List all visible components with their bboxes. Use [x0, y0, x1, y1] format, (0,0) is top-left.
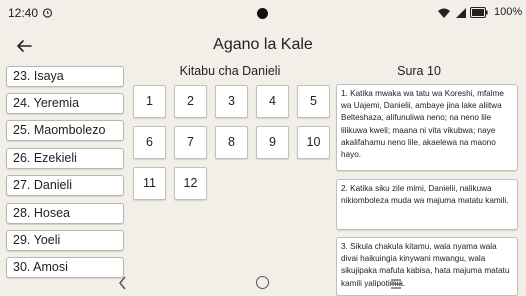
- signal-icon: [456, 8, 466, 18]
- chapter-button[interactable]: 7: [174, 126, 207, 159]
- book-item[interactable]: 24. Yeremia: [6, 93, 124, 114]
- chapter-button[interactable]: 11: [133, 167, 166, 200]
- verse-heading: Sura 10: [397, 64, 441, 78]
- nav-recents-icon[interactable]: [390, 278, 402, 290]
- verse-card[interactable]: 2. Katika siku zile mimi, Danielii, nali…: [336, 179, 518, 230]
- status-time: 12:40: [8, 6, 39, 20]
- book-item[interactable]: 25. Maombolezo: [6, 120, 124, 141]
- chapter-button[interactable]: 4: [256, 85, 289, 118]
- navigation-bar: [0, 270, 526, 296]
- book-item[interactable]: 28. Hosea: [6, 203, 124, 224]
- alarm-clock-icon: [42, 8, 53, 18]
- book-item[interactable]: 23. Isaya: [6, 66, 124, 87]
- chapter-button[interactable]: 5: [297, 85, 330, 118]
- camera-cutout: [257, 8, 268, 19]
- nav-home-icon[interactable]: [256, 276, 269, 289]
- page-title: Agano la Kale: [213, 36, 313, 53]
- chapter-button[interactable]: 8: [215, 126, 248, 159]
- book-item[interactable]: 29. Yoeli: [6, 230, 124, 251]
- status-bar: 12:40 100%: [0, 0, 526, 26]
- chapter-button[interactable]: 10: [297, 126, 330, 159]
- nav-back-icon[interactable]: [118, 276, 128, 290]
- chapter-button[interactable]: 2: [174, 85, 207, 118]
- chapter-button[interactable]: 3: [215, 85, 248, 118]
- chapter-button[interactable]: 9: [256, 126, 289, 159]
- book-item[interactable]: 26. Ezekieli: [6, 148, 124, 169]
- chapter-button[interactable]: 1: [133, 85, 166, 118]
- battery-icon: [470, 7, 488, 18]
- chapter-button[interactable]: 6: [133, 126, 166, 159]
- book-item[interactable]: 27. Danieli: [6, 175, 124, 196]
- wifi-icon: [438, 8, 450, 18]
- battery-percent: 100%: [494, 6, 523, 18]
- chapter-button[interactable]: 12: [174, 167, 207, 200]
- verse-card[interactable]: 1. Katika mwaka wa tatu wa Koreshi, mfal…: [336, 84, 518, 171]
- chapter-heading: Kitabu cha Danieli: [179, 64, 281, 78]
